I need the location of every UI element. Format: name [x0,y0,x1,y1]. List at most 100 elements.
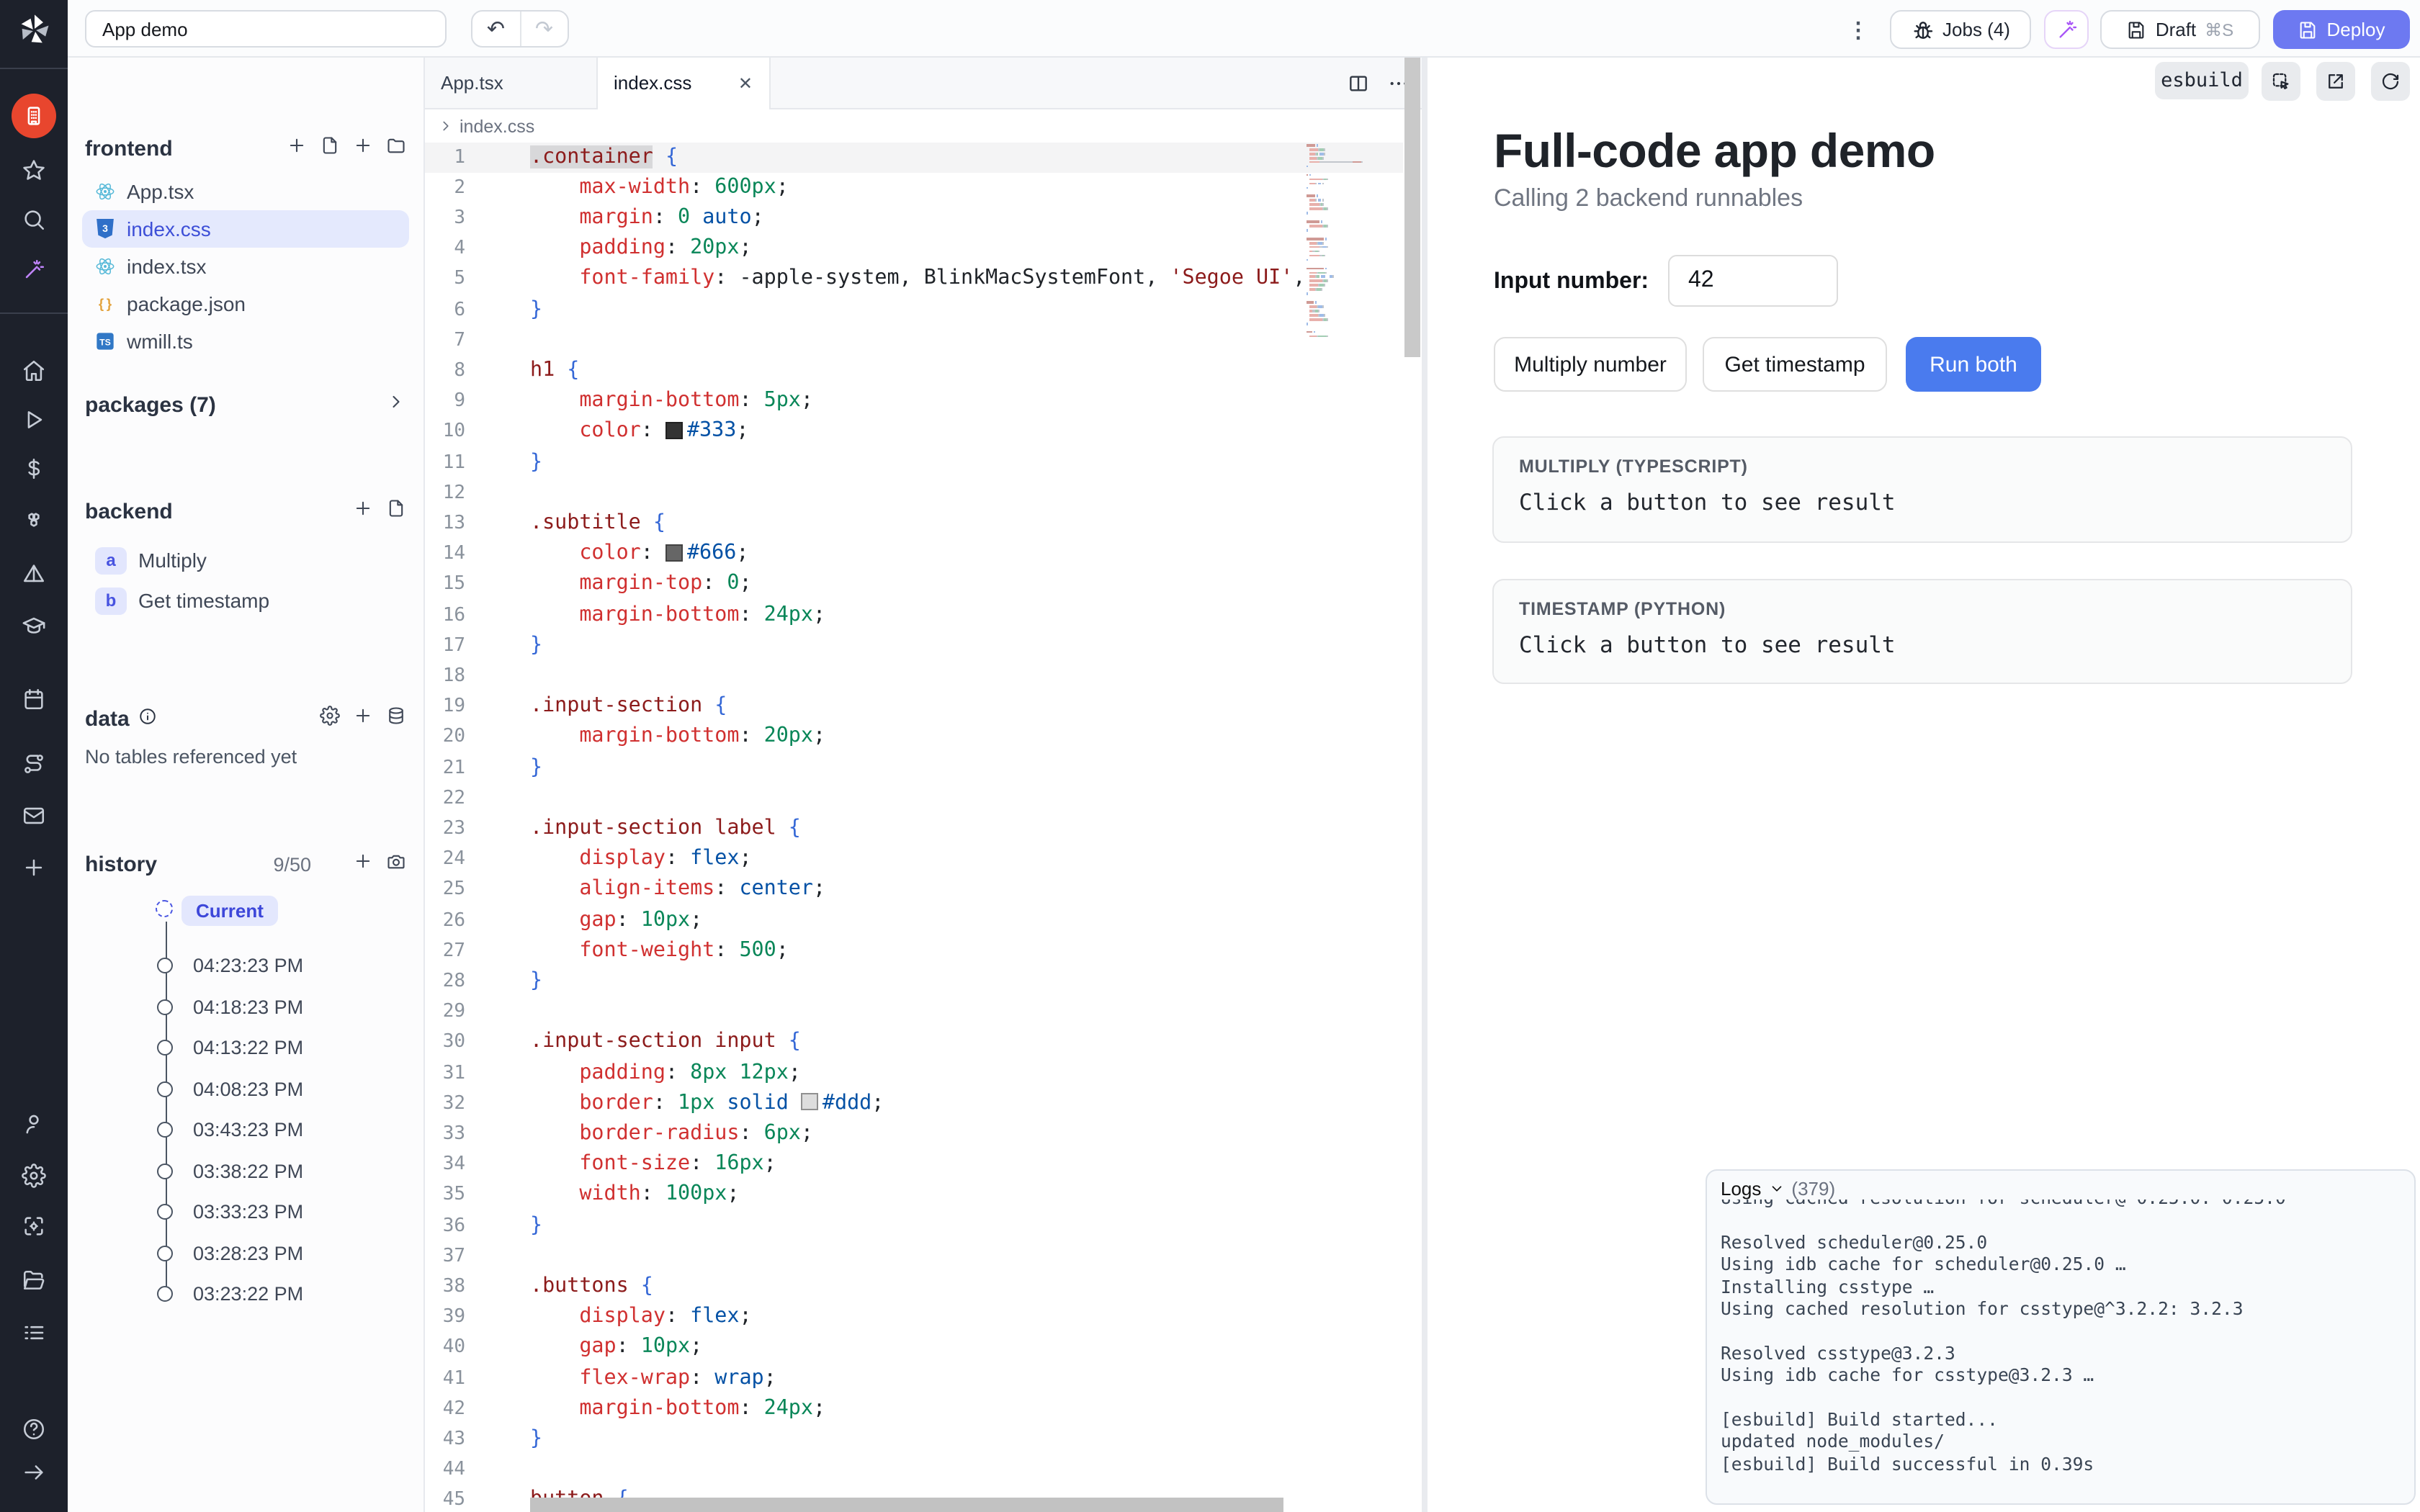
code-line-19[interactable]: 19.input-section { [425,691,1403,721]
code-line-42[interactable]: 42 margin-bottom: 24px; [425,1393,1403,1423]
history-timestamp[interactable]: 03:38:22 PM [193,1160,303,1182]
code-line-3[interactable]: 3 margin: 0 auto; [425,203,1403,233]
horizontal-scrollbar[interactable] [530,1498,1283,1512]
logs-header[interactable]: Logs (379) [1721,1178,1835,1200]
vertical-scrollbar[interactable] [1403,58,1422,1512]
rail-item-dollar[interactable] [0,456,68,480]
file-item-package.json[interactable]: { }package.json [82,285,409,323]
rail-item-boxes[interactable] [0,508,68,532]
rail-item-help[interactable] [0,1416,68,1441]
rail-item-prism[interactable] [0,561,68,585]
plus-icon[interactable] [353,706,373,726]
color-swatch[interactable] [801,1093,818,1110]
rail-item-search[interactable] [0,207,68,231]
tab-index.css[interactable]: index.css✕ [596,58,770,109]
code-line-36[interactable]: 36} [425,1210,1403,1241]
code-line-40[interactable]: 40 gap: 10px; [425,1333,1403,1363]
deploy-button[interactable]: Deploy [2273,10,2410,49]
rail-item-star[interactable] [0,158,68,182]
rail-item-route[interactable] [0,751,68,775]
code-line-27[interactable]: 27 font-weight: 500; [425,935,1403,966]
plus-icon[interactable] [287,135,307,156]
code-line-7[interactable]: 7 [425,325,1403,355]
code-line-10[interactable]: 10 color: #333; [425,417,1403,447]
folder-icon[interactable] [386,135,406,156]
backend-item-get-timestamp[interactable]: bGet timestamp [82,582,409,619]
history-node[interactable] [157,1122,173,1138]
code-area[interactable]: 1.container {2 max-width: 600px;3 margin… [425,142,1403,1512]
plus-icon[interactable] [353,851,373,871]
code-line-15[interactable]: 15 margin-top: 0; [425,570,1403,600]
select-component-button[interactable] [2262,62,2300,101]
history-node[interactable] [157,999,173,1014]
rail-item-workspace-building[interactable] [0,93,68,138]
rail-item-arrow-right[interactable] [0,1459,68,1484]
code-line-33[interactable]: 33 border-radius: 6px; [425,1119,1403,1149]
history-node[interactable] [157,1204,173,1220]
multiply-number-button[interactable]: Multiply number [1494,337,1687,392]
history-node[interactable] [157,1245,173,1261]
code-line-14[interactable]: 14 color: #666; [425,539,1403,569]
rail-item-plus[interactable] [0,855,68,879]
code-line-37[interactable]: 37 [425,1241,1403,1271]
code-line-12[interactable]: 12 [425,477,1403,508]
history-node[interactable] [157,1081,173,1097]
code-line-32[interactable]: 32 border: 1px solid #ddd; [425,1088,1403,1118]
history-node[interactable] [157,1163,173,1179]
code-line-28[interactable]: 28} [425,966,1403,996]
open-external-button[interactable] [2316,62,2355,101]
code-line-34[interactable]: 34 font-size: 16px; [425,1149,1403,1179]
file-icon[interactable] [320,135,340,156]
rail-item-windmill-logo[interactable] [0,12,68,49]
code-line-23[interactable]: 23.input-section label { [425,814,1403,844]
file-icon[interactable] [386,498,406,518]
split-editor-icon[interactable] [1347,72,1370,95]
redo-button[interactable]: ↷ [521,12,568,46]
code-line-8[interactable]: 8h1 { [425,356,1403,386]
rail-item-settings-gear[interactable] [0,1163,68,1187]
tab-App.tsx[interactable]: App.tsx [425,58,596,109]
ai-wand-button[interactable] [2044,10,2089,49]
section-packages[interactable]: packages (7) [85,393,216,418]
code-line-17[interactable]: 17} [425,630,1403,660]
code-line-41[interactable]: 41 flex-wrap: wrap; [425,1363,1403,1393]
code-line-16[interactable]: 16 margin-bottom: 24px; [425,600,1403,630]
history-node[interactable] [157,1286,173,1302]
code-line-25[interactable]: 25 align-items: center; [425,875,1403,905]
code-line-4[interactable]: 4 padding: 20px; [425,233,1403,264]
code-line-30[interactable]: 30.input-section input { [425,1027,1403,1058]
history-timestamp[interactable]: 03:23:22 PM [193,1283,303,1305]
app-name-input[interactable]: App demo [85,10,447,48]
history-current-pill[interactable]: Current [182,896,278,926]
draft-button[interactable]: Draft⌘S [2100,10,2260,49]
history-timestamp[interactable]: 04:23:23 PM [193,955,303,976]
number-input[interactable]: 42 [1668,255,1838,307]
jobs-button[interactable]: Jobs (4) [1890,10,2031,49]
code-line-44[interactable]: 44 [425,1454,1403,1485]
run-both-button[interactable]: Run both [1906,337,2041,392]
rail-item-mail[interactable] [0,803,68,827]
logs-output[interactable]: Using cached resolution for scheduler@ 0… [1721,1200,2402,1498]
chevron-right-icon[interactable] [386,392,406,412]
code-line-24[interactable]: 24 display: flex; [425,844,1403,874]
refresh-preview-button[interactable] [2371,62,2410,101]
color-swatch[interactable] [666,544,683,561]
code-line-6[interactable]: 6} [425,294,1403,325]
panel-divider[interactable] [1422,58,1428,1512]
get-timestamp-button[interactable]: Get timestamp [1703,337,1887,392]
history-timestamp[interactable]: 03:28:23 PM [193,1242,303,1264]
plus-icon[interactable] [353,135,373,156]
gear-sm-icon[interactable] [320,706,340,726]
code-line-38[interactable]: 38.buttons { [425,1272,1403,1302]
rail-item-user[interactable] [0,1111,68,1135]
minimap[interactable] [1304,142,1399,574]
history-timestamp[interactable]: 04:18:23 PM [193,996,303,1017]
history-timestamp[interactable]: 03:43:23 PM [193,1119,303,1140]
rail-item-wand[interactable] [0,257,68,282]
more-menu-button[interactable]: ⋮ [1844,10,1873,49]
code-line-26[interactable]: 26 gap: 10px; [425,905,1403,935]
rail-item-folder-open[interactable] [0,1268,68,1292]
code-line-20[interactable]: 20 margin-bottom: 20px; [425,722,1403,752]
code-line-2[interactable]: 2 max-width: 600px; [425,172,1403,202]
undo-button[interactable]: ↶ [472,12,521,46]
